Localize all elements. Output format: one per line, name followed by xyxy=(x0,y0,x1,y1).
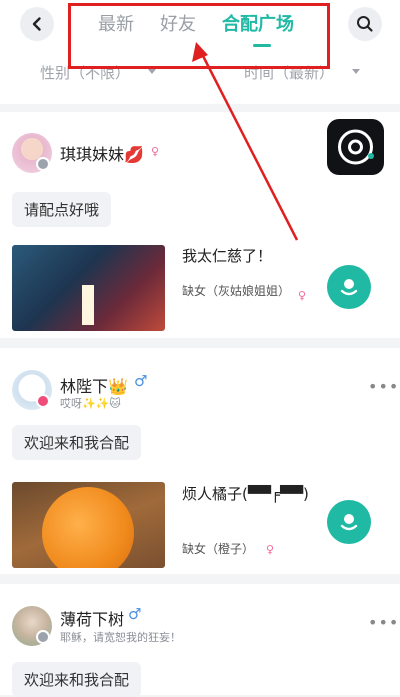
level-badge-icon xyxy=(36,394,50,408)
greeting-bubble: 欢迎来和我合配 xyxy=(12,662,142,697)
search-button[interactable] xyxy=(348,7,382,41)
greeting-bubble: 请配点好哦 xyxy=(12,192,112,227)
female-icon: ♀ xyxy=(298,289,307,302)
magnifier-icon xyxy=(357,16,373,32)
dub-button[interactable] xyxy=(327,500,371,544)
more-options-icon[interactable]: ••• xyxy=(368,613,399,632)
candle-icon xyxy=(82,285,94,325)
gender-filter-caret-icon xyxy=(148,69,156,74)
microphone-icon xyxy=(340,279,358,296)
female-icon: ♀ xyxy=(266,543,275,556)
username[interactable]: 薄荷下树 xyxy=(60,606,124,630)
level-badge-icon xyxy=(36,630,50,644)
dub-button[interactable] xyxy=(327,265,371,309)
more-options-icon[interactable]: ••• xyxy=(368,377,399,396)
floating-player-button[interactable] xyxy=(327,119,384,175)
level-badge-icon xyxy=(36,157,50,171)
orange-image xyxy=(42,487,134,568)
clip-thumbnail[interactable] xyxy=(12,245,165,331)
time-filter-caret-icon xyxy=(352,69,360,74)
chevron-left-icon xyxy=(32,17,41,31)
back-button[interactable] xyxy=(20,7,54,41)
post-card: 林陛下👑 ♂ 哎呀✨✨🐱 ••• 欢迎来和我合配 烦人橘子(▀▀╒▀▀) 缺女（… xyxy=(0,348,400,574)
clip-role: 缺女（灰姑娘姐姐） xyxy=(182,284,291,298)
vinyl-record-icon xyxy=(338,129,374,165)
user-signature: 哎呀✨✨🐱 xyxy=(60,397,121,410)
clip-title: 烦人橘子(▀▀╒▀▀) xyxy=(182,485,309,503)
clip-role: 缺女（橙子） xyxy=(182,542,255,556)
username[interactable]: 琪琪妹妹💋 xyxy=(60,141,144,165)
microphone-icon xyxy=(340,514,358,531)
clip-thumbnail[interactable] xyxy=(12,482,165,568)
highlight-box xyxy=(68,3,330,69)
username[interactable]: 林陛下👑 xyxy=(60,373,128,397)
user-signature: 耶稣，请宽恕我的狂妄！ xyxy=(60,631,181,644)
greeting-bubble: 欢迎来和我合配 xyxy=(12,425,142,460)
clip-title: 我太仁慈了！ xyxy=(182,247,273,265)
male-icon: ♂ xyxy=(128,605,142,623)
female-icon: ♀ xyxy=(151,145,160,158)
post-card: 薄荷下树 ♂ 耶稣，请宽恕我的狂妄！ ••• 欢迎来和我合配 xyxy=(0,584,400,697)
male-icon: ♂ xyxy=(134,372,148,390)
